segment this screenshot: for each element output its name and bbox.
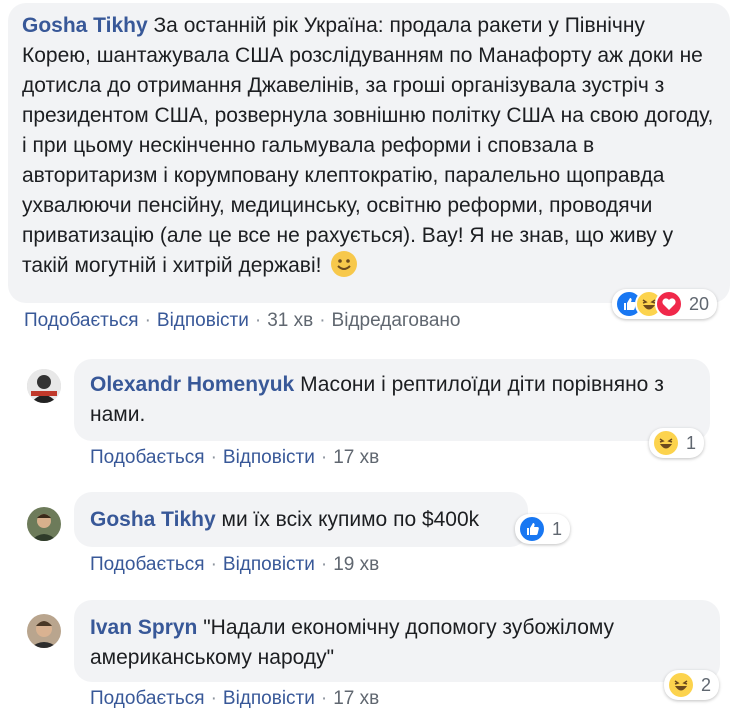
comment-actions: Подобається · Відповісти · 19 хв bbox=[90, 554, 379, 576]
comment-bubble: Gosha Tikhy За останній рік Україна: про… bbox=[8, 3, 730, 303]
love-icon bbox=[655, 290, 683, 318]
comment-bubble: Olexandr Homenyuk Масони і рептилоїди ді… bbox=[74, 359, 710, 441]
comment-body: Gosha Tikhy ми їх всіх купимо по $400k bbox=[90, 506, 512, 534]
comment-bubble: Ivan Spryn "Надали економічну допомогу з… bbox=[74, 600, 720, 682]
avatar[interactable] bbox=[27, 507, 61, 541]
timestamp[interactable]: 19 хв bbox=[333, 554, 379, 575]
like-link[interactable]: Подобається bbox=[90, 447, 205, 468]
comment-author[interactable]: Ivan Spryn bbox=[90, 616, 197, 639]
separator: · bbox=[320, 447, 328, 468]
like-link[interactable]: Подобається bbox=[90, 688, 205, 709]
reply-link[interactable]: Відповісти bbox=[223, 688, 315, 709]
separator: · bbox=[254, 310, 262, 331]
comment-actions: Подобається · Відповісти · 17 хв bbox=[90, 688, 379, 710]
separator: · bbox=[210, 688, 217, 709]
separator: · bbox=[210, 554, 217, 575]
comment-author[interactable]: Gosha Tikhy bbox=[22, 14, 148, 37]
reply-link[interactable]: Відповісти bbox=[157, 310, 249, 331]
separator: · bbox=[210, 447, 217, 468]
comment-actions: Подобається · Відповісти · 17 хв bbox=[90, 447, 379, 469]
smile-emoji-icon bbox=[331, 251, 358, 277]
like-icon bbox=[518, 515, 546, 543]
comment-body: Gosha Tikhy За останній рік Україна: про… bbox=[22, 11, 716, 281]
reply-link[interactable]: Відповісти bbox=[223, 447, 315, 468]
separator: · bbox=[320, 688, 328, 709]
comment-text: ми їх всіх купимо по $400k bbox=[221, 508, 480, 531]
reaction-summary[interactable]: 1 bbox=[515, 514, 571, 544]
separator: · bbox=[144, 310, 151, 331]
avatar[interactable] bbox=[27, 369, 61, 403]
reaction-count: 1 bbox=[686, 432, 697, 453]
timestamp[interactable]: 31 хв bbox=[267, 310, 313, 331]
reaction-summary[interactable]: 1 bbox=[649, 428, 705, 458]
reaction-count: 20 bbox=[689, 293, 710, 314]
timestamp[interactable]: 17 хв bbox=[333, 447, 379, 468]
timestamp[interactable]: 17 хв bbox=[333, 688, 379, 709]
comment-body: Olexandr Homenyuk Масони і рептилоїди ді… bbox=[90, 370, 694, 430]
avatar[interactable] bbox=[27, 614, 61, 648]
separator: · bbox=[319, 310, 326, 331]
reaction-summary[interactable]: 20 bbox=[612, 289, 718, 319]
comment-author[interactable]: Olexandr Homenyuk bbox=[90, 373, 294, 396]
separator: · bbox=[320, 554, 328, 575]
comment-actions: Подобається · Відповісти · 31 хв · Відредагова… bbox=[24, 310, 460, 332]
edited-label[interactable]: Відредаговано bbox=[332, 310, 461, 331]
comment-bubble: Gosha Tikhy ми їх всіх купимо по $400k bbox=[74, 492, 528, 547]
like-link[interactable]: Подобається bbox=[90, 554, 205, 575]
comment-author[interactable]: Gosha Tikhy bbox=[90, 508, 216, 531]
comment-text: За останній рік Україна: продала ракети … bbox=[22, 14, 714, 277]
like-link[interactable]: Подобається bbox=[24, 310, 139, 331]
reaction-count: 2 bbox=[701, 674, 712, 695]
reaction-summary[interactable]: 2 bbox=[664, 670, 720, 700]
reply-link[interactable]: Відповісти bbox=[223, 554, 315, 575]
comment-body: Ivan Spryn "Надали економічну допомогу з… bbox=[90, 613, 704, 673]
laugh-icon bbox=[667, 671, 695, 699]
laugh-icon bbox=[652, 429, 680, 457]
reaction-count: 1 bbox=[552, 518, 563, 539]
